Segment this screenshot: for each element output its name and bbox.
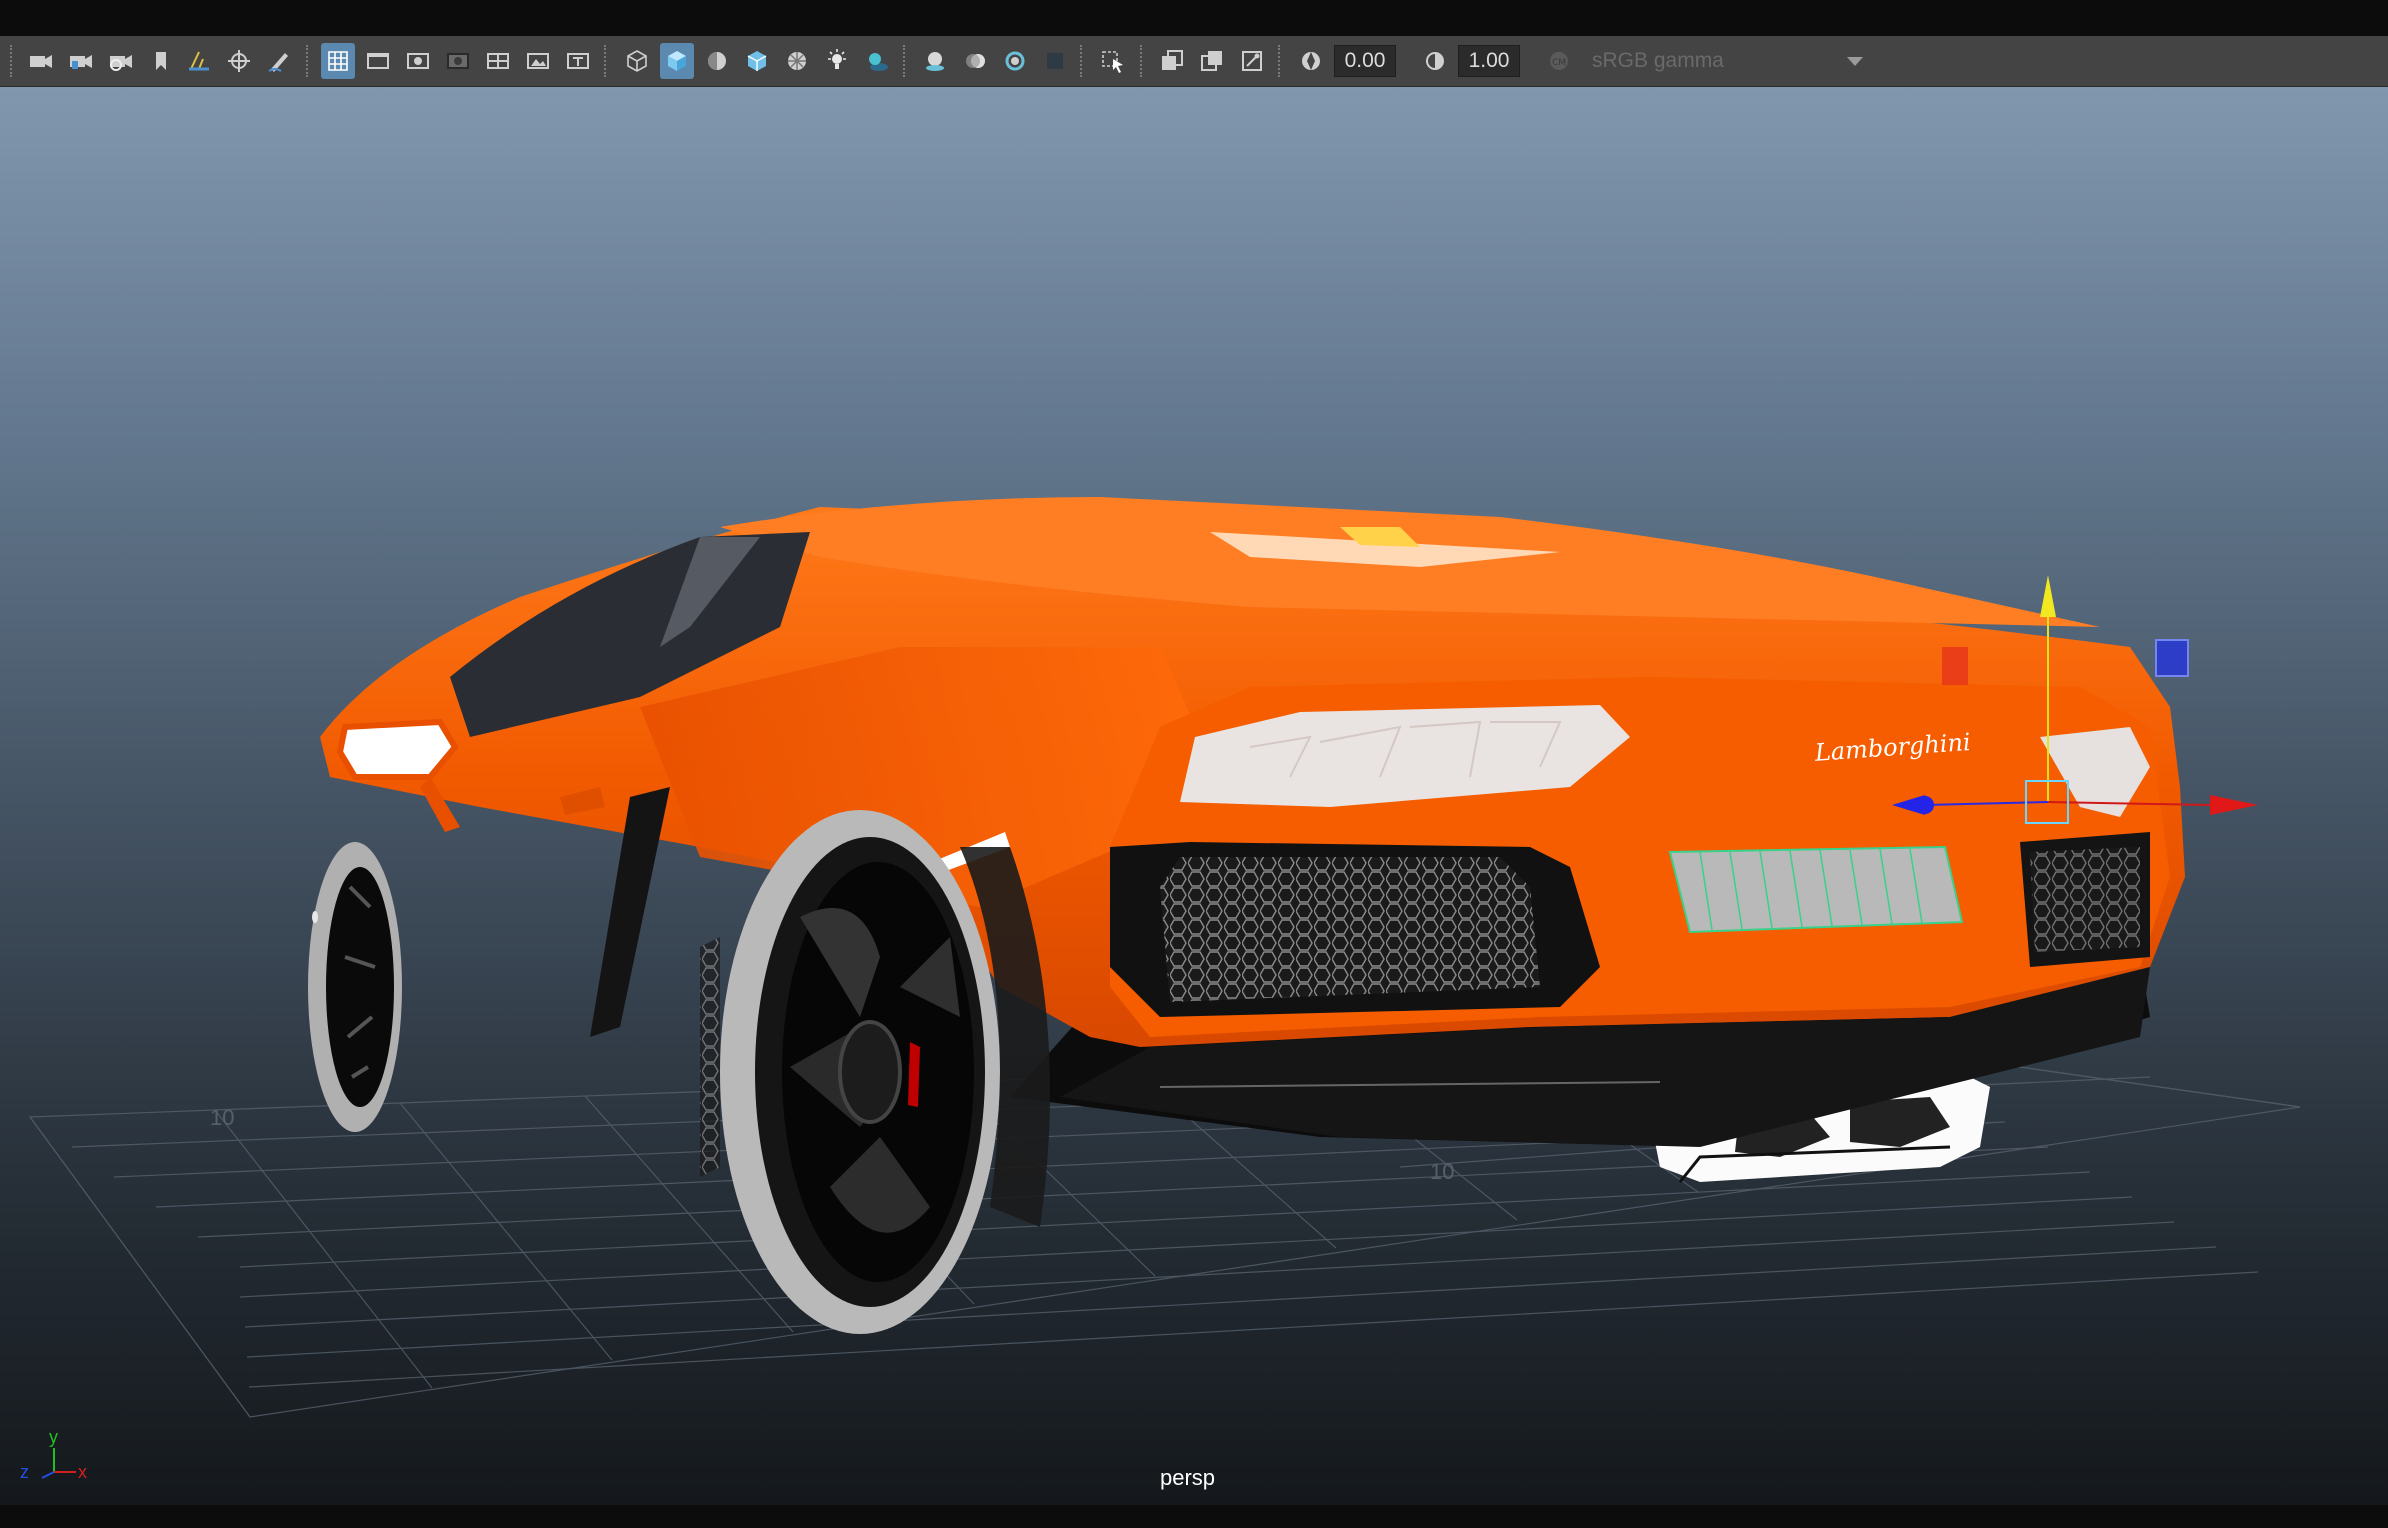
- view-transform-dropdown[interactable]: sRGB gamma: [1584, 45, 1874, 77]
- car-model[interactable]: Lamborghini: [308, 497, 2185, 1334]
- xray-active-components-icon[interactable]: [1195, 43, 1229, 79]
- default-material-icon[interactable]: [700, 43, 734, 79]
- exposure-icon[interactable]: [1294, 43, 1328, 79]
- select-camera-icon[interactable]: [24, 43, 58, 79]
- bottom-frame-bar: [0, 1505, 2388, 1528]
- toolbar-separator: [1278, 45, 1282, 77]
- safe-title-icon[interactable]: [561, 43, 595, 79]
- camera-tools-icon[interactable]: [104, 43, 138, 79]
- gamma-field[interactable]: 1.00: [1458, 45, 1520, 77]
- 3d-viewport[interactable]: 10 10 Lamborghini: [0, 87, 2388, 1505]
- gamma-icon[interactable]: [1418, 43, 1452, 79]
- y-axis-handle[interactable]: [2040, 575, 2056, 617]
- screen-space-ao-icon[interactable]: [918, 43, 952, 79]
- axis-z-label: z: [20, 1462, 29, 1482]
- x-axis-handle[interactable]: [2210, 795, 2258, 815]
- camera-name-label: persp: [1160, 1465, 1216, 1490]
- isolate-select-icon[interactable]: [1096, 43, 1130, 79]
- toolbar-separator: [10, 45, 14, 77]
- toolbar-separator: [604, 45, 608, 77]
- gate-mask-icon[interactable]: [441, 43, 475, 79]
- grid-icon[interactable]: [321, 43, 355, 79]
- field-chart-icon[interactable]: [481, 43, 515, 79]
- window-title-bar: [0, 0, 2388, 36]
- toolbar-separator: [1140, 45, 1144, 77]
- xray-joints-icon[interactable]: [1235, 43, 1269, 79]
- wireframe-on-shaded-icon[interactable]: [740, 43, 774, 79]
- film-gate-icon[interactable]: [361, 43, 395, 79]
- rear-wheel: [720, 810, 1050, 1334]
- xray-icon[interactable]: [1155, 43, 1189, 79]
- image-plane-icon[interactable]: [182, 43, 216, 79]
- multisample-aa-icon[interactable]: [998, 43, 1032, 79]
- front-wheel: [308, 842, 402, 1132]
- safe-action-icon[interactable]: [521, 43, 555, 79]
- color-management-icon[interactable]: CM: [1542, 43, 1576, 79]
- toolbar-separator: [903, 45, 907, 77]
- exposure-field[interactable]: 0.00: [1334, 45, 1396, 77]
- view-axis-indicator: y x z: [18, 1420, 88, 1490]
- plane-handle-yz[interactable]: [2155, 639, 2189, 677]
- wireframe-icon[interactable]: [620, 43, 654, 79]
- smooth-shade-icon[interactable]: [660, 43, 694, 79]
- grid-label-right: 10: [1430, 1159, 1454, 1184]
- shadows-icon[interactable]: [860, 43, 894, 79]
- side-mirror: [336, 718, 459, 780]
- textured-icon[interactable]: [780, 43, 814, 79]
- viewport-panel-toolbar: 0.00 1.00 CM sRGB gamma: [0, 36, 2388, 87]
- chevron-down-icon: [1846, 49, 1864, 73]
- grid-label-left: 10: [210, 1105, 234, 1130]
- toolbar-separator: [306, 45, 310, 77]
- camera-attributes-icon[interactable]: [64, 43, 98, 79]
- resolution-gate-icon[interactable]: [401, 43, 435, 79]
- motion-blur-icon[interactable]: [958, 43, 992, 79]
- license-plate[interactable]: [1668, 845, 1964, 934]
- plane-handle-xy[interactable]: [1942, 647, 1968, 685]
- axis-y-label: y: [49, 1427, 58, 1447]
- depth-of-field-icon[interactable]: [1038, 43, 1072, 79]
- svg-text:CM: CM: [1552, 58, 1566, 68]
- 2d-pan-zoom-icon[interactable]: [222, 43, 256, 79]
- use-all-lights-icon[interactable]: [820, 43, 854, 79]
- grease-pencil-icon[interactable]: [262, 43, 296, 79]
- bookmark-icon[interactable]: [144, 43, 178, 79]
- axis-x-label: x: [78, 1462, 87, 1482]
- toolbar-separator: [1080, 45, 1084, 77]
- view-transform-label: sRGB gamma: [1592, 49, 1724, 72]
